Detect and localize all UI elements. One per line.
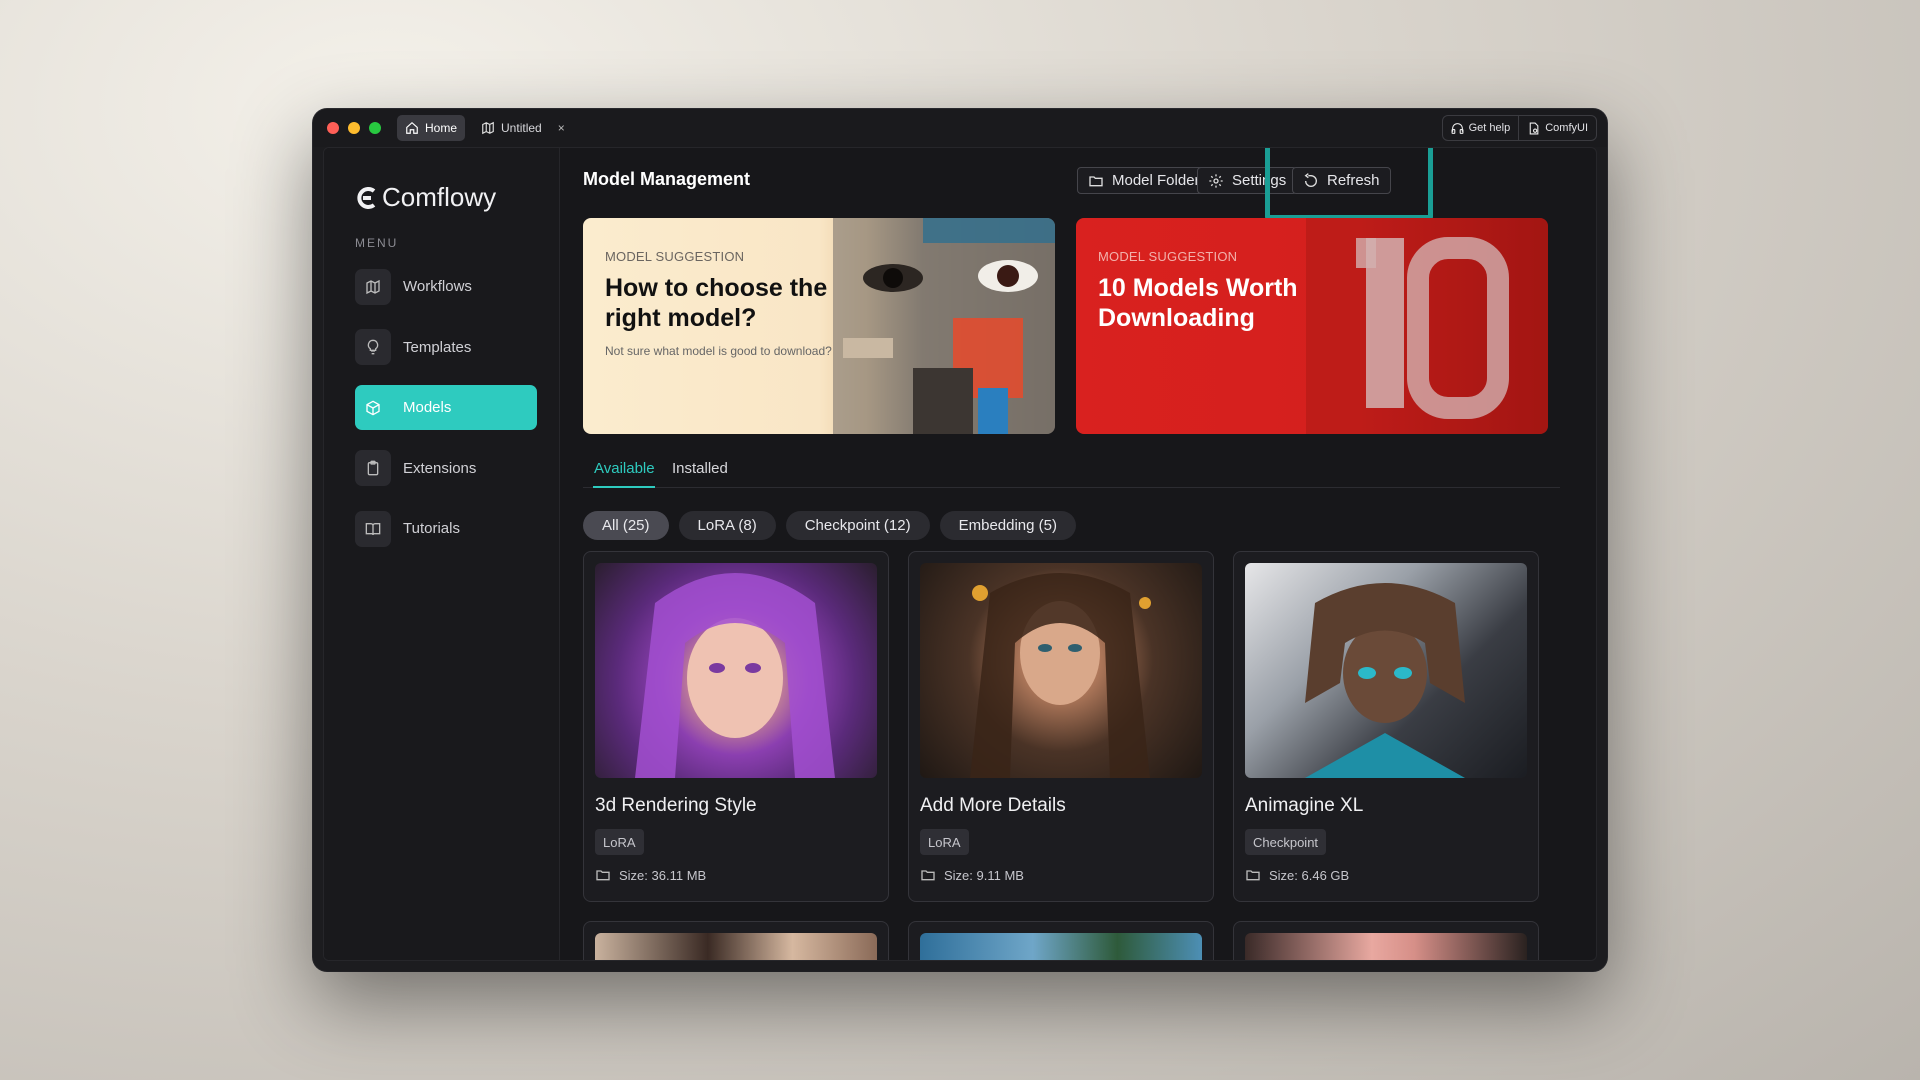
- sidebar-item-label: Templates: [403, 338, 472, 356]
- sidebar-item-extensions[interactable]: Extensions: [355, 446, 537, 491]
- comflowy-logo-icon: [357, 186, 376, 209]
- model-card[interactable]: [908, 921, 1214, 960]
- banner-subtitle: Not sure what model is good to download?: [605, 344, 832, 358]
- lightbulb-icon: [355, 329, 391, 365]
- get-help-label: Get help: [1468, 122, 1511, 134]
- maximize-window-button[interactable]: [369, 122, 381, 134]
- model-folder-button[interactable]: Model Folder: [1077, 167, 1211, 194]
- document-icon: [1529, 122, 1539, 134]
- banner-ten-models[interactable]: MODEL SUGGESTION 10 Models Worth Downloa…: [1076, 218, 1548, 434]
- book-icon: [355, 510, 391, 547]
- get-help-button[interactable]: Get help: [1443, 116, 1519, 140]
- folder-icon: [921, 870, 935, 881]
- model-type-badge: LoRA: [595, 829, 644, 855]
- clipboard-icon: [355, 450, 391, 486]
- sidebar-item-templates[interactable]: Templates: [355, 325, 537, 370]
- active-tab-underline: [593, 486, 655, 488]
- comfyui-button[interactable]: ComfyUI: [1518, 116, 1596, 140]
- map-icon: [482, 121, 494, 135]
- sidebar-item-label: Models: [403, 399, 452, 416]
- model-thumbnail: [595, 933, 877, 960]
- sidebar: Comflowy MENU Workflows Templates Models: [324, 148, 560, 960]
- banner-title: How to choose the right model?: [605, 274, 828, 332]
- window-controls: [327, 122, 381, 134]
- app-window: Home Untitled × Get help ComfyUI Comflow…: [313, 109, 1607, 971]
- model-thumbnail: [920, 563, 1202, 778]
- menu-label: MENU: [355, 236, 399, 250]
- model-thumbnail: [1245, 563, 1527, 778]
- model-card[interactable]: [583, 921, 889, 960]
- model-card[interactable]: [1233, 921, 1539, 960]
- titlebar: Home Untitled × Get help ComfyUI: [313, 109, 1607, 147]
- model-size-label: Size: 9.11 MB: [944, 867, 1024, 883]
- model-thumbnail: [595, 563, 877, 778]
- minimize-window-button[interactable]: [348, 122, 360, 134]
- close-window-button[interactable]: [327, 122, 339, 134]
- model-title: Animagine XL: [1245, 795, 1364, 816]
- headphones-icon: [1451, 122, 1464, 134]
- banner-choose-model[interactable]: MODEL SUGGESTION How to choose the right…: [583, 218, 1055, 434]
- model-size: Size: 36.11 MB: [595, 867, 706, 883]
- model-thumbnail: [1245, 933, 1527, 960]
- model-card[interactable]: Animagine XL Checkpoint Size: 6.46 GB: [1233, 551, 1539, 902]
- filter-embedding[interactable]: Embedding (5): [939, 511, 1076, 540]
- model-size-label: Size: 6.46 GB: [1269, 867, 1350, 883]
- logo: Comflowy: [354, 182, 496, 213]
- filter-chips: All (25) LoRA (8) Checkpoint (12) Embedd…: [583, 511, 1076, 540]
- comfyui-label: ComfyUI: [1545, 122, 1588, 134]
- sidebar-item-label: Tutorials: [403, 520, 460, 537]
- sidebar-item-label: Workflows: [403, 278, 472, 295]
- sidebar-item-tutorials[interactable]: Tutorials: [355, 506, 537, 551]
- model-card[interactable]: Add More Details LoRA Size: 9.11 MB: [908, 551, 1214, 902]
- model-size: Size: 6.46 GB: [1245, 867, 1349, 883]
- main-content: Model Management Model Folder Settings R…: [561, 148, 1596, 960]
- model-size-label: Size: 36.11 MB: [619, 867, 707, 883]
- tab-untitled[interactable]: Untitled ×: [473, 115, 573, 141]
- filter-all[interactable]: All (25): [583, 511, 669, 540]
- sidebar-item-models[interactable]: Models: [355, 385, 537, 430]
- model-grid: 3d Rendering Style LoRA Size: 36.11 MB A…: [583, 551, 1539, 960]
- sidebar-item-label: Extensions: [403, 459, 477, 477]
- logo-text: Comflowy: [382, 182, 497, 212]
- home-icon: [406, 121, 418, 134]
- model-type-badge: LoRA: [920, 829, 969, 855]
- model-title: 3d Rendering Style: [595, 795, 757, 816]
- filter-checkpoint[interactable]: Checkpoint (12): [785, 511, 930, 540]
- model-card[interactable]: 3d Rendering Style LoRA Size: 36.11 MB: [583, 551, 889, 902]
- sidebar-nav: Workflows Templates Models Extensions Tu…: [355, 264, 537, 567]
- model-folder-label: Model Folder: [1112, 172, 1200, 189]
- tab-untitled-label: Untitled: [501, 121, 542, 135]
- model-title: Add More Details: [920, 795, 1066, 816]
- banner-tag: MODEL SUGGESTION: [1098, 249, 1238, 264]
- folder-icon: [1089, 175, 1103, 186]
- titlebar-actions: Get help ComfyUI: [1441, 115, 1597, 141]
- map-icon: [355, 268, 391, 305]
- folder-icon: [596, 870, 610, 881]
- model-tabs: Available Installed: [583, 448, 1560, 488]
- tab-home[interactable]: Home: [397, 115, 466, 141]
- refresh-highlight-box: [1265, 148, 1433, 220]
- model-thumbnail: [920, 933, 1202, 960]
- tab-close-icon[interactable]: ×: [558, 121, 565, 135]
- sidebar-item-workflows[interactable]: Workflows: [355, 264, 537, 309]
- banner-title: 10 Models Worth Downloading: [1098, 274, 1298, 332]
- folder-icon: [1246, 870, 1260, 881]
- page-title: Model Management: [583, 169, 751, 189]
- filter-lora[interactable]: LoRA (8): [678, 511, 776, 540]
- cube-icon: [355, 390, 391, 426]
- model-size: Size: 9.11 MB: [920, 867, 1024, 883]
- tab-available[interactable]: Available: [594, 460, 655, 477]
- tab-installed[interactable]: Installed: [672, 460, 728, 477]
- tab-home-label: Home: [425, 121, 458, 135]
- gear-icon: [1209, 173, 1223, 188]
- app-body: Comflowy MENU Workflows Templates Models: [323, 147, 1597, 961]
- banner-tag: MODEL SUGGESTION: [605, 249, 745, 264]
- model-type-badge: Checkpoint: [1245, 829, 1327, 855]
